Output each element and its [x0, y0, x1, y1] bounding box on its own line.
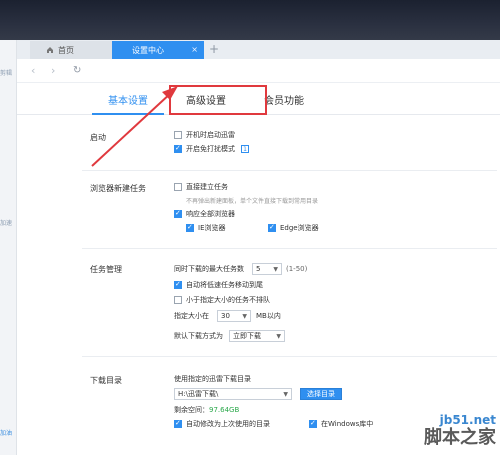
- add-tab-button[interactable]: +: [209, 42, 219, 56]
- max-tasks-range: (1-50): [286, 265, 308, 273]
- dir-path-row: H:\迅雷下载\ ▼ 选择目录: [174, 388, 342, 400]
- section-label-download-dir: 下载目录: [90, 376, 122, 385]
- direct-task-option[interactable]: 直接建立任务: [174, 182, 228, 192]
- choose-directory-button[interactable]: 选择目录: [300, 388, 342, 400]
- do-not-disturb-checkbox[interactable]: [174, 144, 182, 153]
- browser-tab-bar: 首页 设置中心 × +: [17, 40, 500, 59]
- respond-all-checkbox[interactable]: [174, 209, 182, 218]
- startup-boot-option[interactable]: 开机时启动迅雷: [174, 130, 235, 140]
- watermark-name: 脚本之家: [424, 427, 496, 448]
- size-limit-value: 30: [221, 312, 230, 320]
- chevron-down-icon: ▼: [273, 265, 278, 273]
- max-tasks-value: 5: [256, 265, 261, 273]
- desktop-wallpaper: [0, 0, 500, 40]
- boot-start-label: 开机时启动迅雷: [186, 131, 235, 139]
- download-path-select[interactable]: H:\迅雷下载\ ▼: [174, 388, 292, 400]
- section-divider: [82, 356, 497, 357]
- tab-settings-label: 设置中心: [132, 45, 164, 55]
- edge-browser-label: Edge浏览器: [280, 224, 319, 232]
- chevron-down-icon: ▼: [283, 390, 288, 398]
- section-label-browser-task: 浏览器新建任务: [90, 184, 146, 193]
- section-divider: [82, 248, 497, 249]
- close-tab-icon[interactable]: ×: [191, 45, 198, 54]
- max-tasks-row: 同时下载的最大任务数 5 ▼ (1-50): [174, 263, 307, 275]
- home-icon: [46, 46, 54, 56]
- section-label-task-management: 任务管理: [90, 265, 122, 274]
- tab-basic-settings[interactable]: 基本设置: [108, 92, 148, 107]
- auto-modify-checkbox[interactable]: [174, 419, 182, 428]
- left-panel-mid-label: 加速: [0, 220, 13, 227]
- size-limit-row: 指定大小在 30 ▼ MB以内: [174, 310, 281, 322]
- forward-icon[interactable]: ›: [51, 64, 55, 77]
- auto-modify-label: 自动修改为上次使用的目录: [186, 420, 270, 428]
- left-panel-top-label: 剪辑: [0, 70, 13, 77]
- free-space-label: 剩余空间：: [174, 406, 209, 414]
- tab-member-features[interactable]: 会员功能: [264, 92, 304, 107]
- auto-modify-option[interactable]: 自动修改为上次使用的目录: [174, 419, 270, 429]
- navigation-bar: ‹ › ↻: [17, 59, 500, 83]
- edge-browser-checkbox[interactable]: [268, 223, 276, 232]
- download-path-value: H:\迅雷下载\: [178, 390, 219, 398]
- default-mode-select[interactable]: 立即下载 ▼: [229, 330, 285, 342]
- size-limit-unit: MB以内: [256, 312, 281, 320]
- ie-browser-label: IE浏览器: [198, 224, 226, 232]
- annotation-highlight-box: [169, 85, 267, 115]
- left-panel-bottom-label[interactable]: 加油: [0, 428, 12, 437]
- edge-browser-option[interactable]: Edge浏览器: [268, 223, 319, 233]
- small-first-option[interactable]: 小于指定大小的任务不排队: [174, 295, 270, 305]
- do-not-disturb-label: 开启免打扰模式: [186, 145, 235, 153]
- boot-start-checkbox[interactable]: [174, 131, 182, 139]
- settings-window: 首页 设置中心 × + ‹ › ↻ 基本设置 高级设置 会员功能 启动 开机时启…: [17, 40, 500, 455]
- direct-task-checkbox[interactable]: [174, 183, 182, 191]
- use-dir-label: 使用指定的迅雷下载目录: [174, 375, 251, 383]
- default-mode-row: 默认下载方式为 立即下载 ▼: [174, 330, 285, 342]
- active-tab-indicator: [92, 113, 164, 115]
- chevron-down-icon: ▼: [276, 332, 281, 340]
- size-limit-select[interactable]: 30 ▼: [217, 310, 251, 322]
- section-label-startup: 启动: [90, 133, 106, 142]
- max-tasks-select[interactable]: 5 ▼: [252, 263, 282, 275]
- respond-all-label: 响应全部浏览器: [186, 210, 235, 218]
- free-space-value: 97.64GB: [209, 406, 240, 414]
- windows-lib-label: 在Windows库中: [321, 420, 374, 428]
- back-icon[interactable]: ‹: [31, 64, 35, 77]
- chevron-down-icon: ▼: [242, 312, 247, 320]
- tab-home[interactable]: 首页: [30, 41, 112, 59]
- direct-task-hint: 不再弹出新建面板，单个文件直接下载到常用目录: [186, 198, 319, 205]
- respond-all-option[interactable]: 响应全部浏览器: [174, 209, 235, 219]
- auto-move-label: 自动将低速任务移动到尾: [186, 281, 263, 289]
- max-tasks-label: 同时下载的最大任务数: [174, 265, 244, 273]
- tab-home-label: 首页: [58, 45, 74, 55]
- free-space-row: 剩余空间： 97.64GB: [174, 405, 239, 415]
- ie-browser-option[interactable]: IE浏览器: [186, 223, 226, 233]
- size-limit-label: 指定大小在: [174, 312, 209, 320]
- default-mode-value: 立即下载: [233, 332, 261, 340]
- direct-task-label: 直接建立任务: [186, 183, 228, 191]
- refresh-icon[interactable]: ↻: [73, 65, 81, 76]
- windows-lib-checkbox[interactable]: [309, 419, 317, 428]
- auto-move-checkbox[interactable]: [174, 280, 182, 289]
- info-icon[interactable]: 1: [241, 145, 249, 153]
- windows-lib-option[interactable]: 在Windows库中: [309, 419, 373, 429]
- default-mode-label: 默认下载方式为: [174, 332, 223, 340]
- auto-move-option[interactable]: 自动将低速任务移动到尾: [174, 280, 263, 290]
- small-first-label: 小于指定大小的任务不排队: [186, 296, 270, 304]
- small-first-checkbox[interactable]: [174, 296, 182, 304]
- section-divider: [82, 170, 497, 171]
- ie-browser-checkbox[interactable]: [186, 223, 194, 232]
- tab-settings-center[interactable]: 设置中心 ×: [112, 41, 204, 59]
- startup-dnd-option[interactable]: 开启免打扰模式 1: [174, 144, 249, 154]
- left-side-panel: 剪辑 加速 加油: [0, 40, 17, 455]
